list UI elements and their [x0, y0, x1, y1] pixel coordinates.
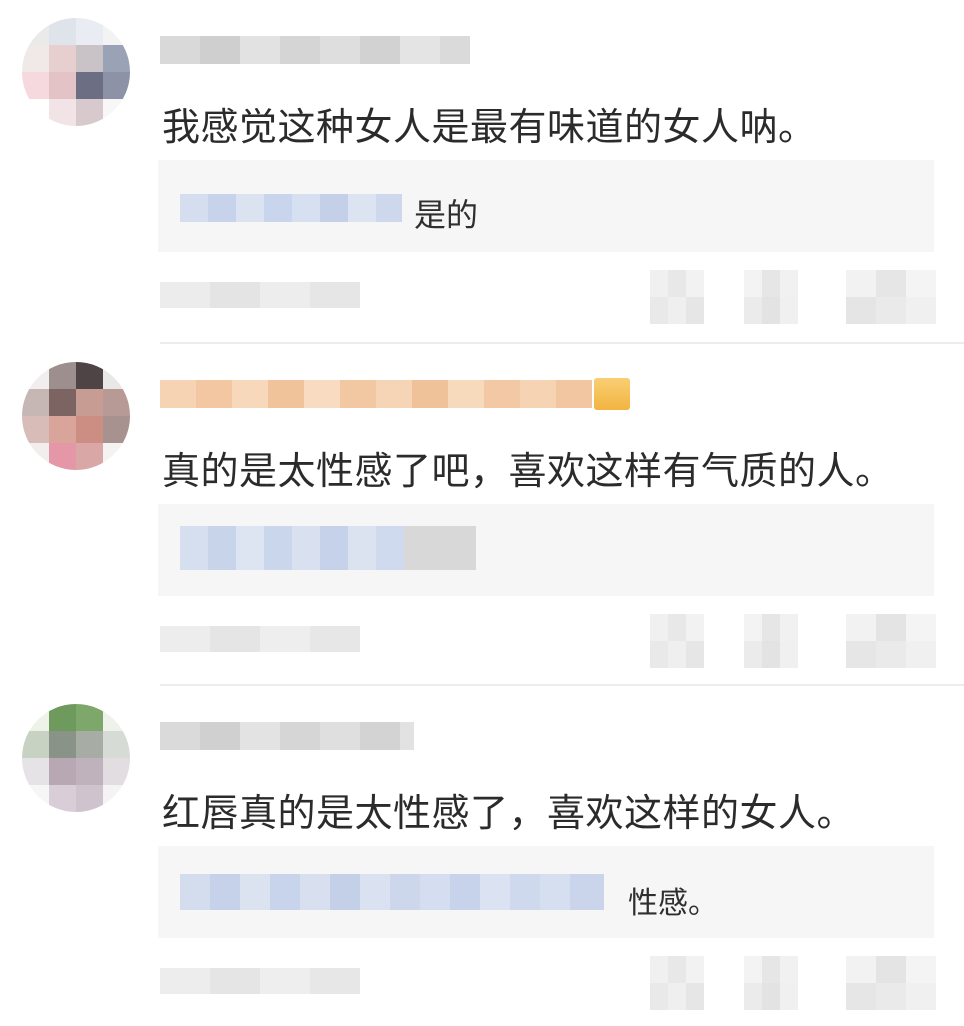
share-icon[interactable]: [650, 614, 704, 668]
avatar[interactable]: [22, 704, 130, 812]
like-icon[interactable]: [846, 956, 936, 1010]
share-icon[interactable]: [650, 956, 704, 1010]
comment-text: 真的是太性感了吧，喜欢这样有气质的人。: [162, 449, 894, 493]
like-icon[interactable]: [846, 614, 936, 668]
reply-text: 是的: [414, 196, 479, 234]
username-blurred[interactable]: [160, 722, 414, 750]
comment-text: 红唇真的是太性感了，喜欢这样的女人。: [162, 791, 856, 835]
comment-item: 我感觉这种女人是最有味道的女人呐。 是的: [0, 0, 964, 340]
timestamp-blurred: [160, 968, 360, 994]
avatar[interactable]: [22, 362, 130, 470]
reply-box[interactable]: [158, 504, 934, 596]
vip-badge-icon: [594, 378, 630, 410]
timestamp-blurred: [160, 282, 360, 308]
reply-username-blurred[interactable]: [180, 526, 476, 570]
comment-icon[interactable]: [744, 270, 798, 324]
timestamp-blurred: [160, 626, 360, 652]
reply-username-blurred[interactable]: [180, 874, 604, 910]
username-blurred[interactable]: [160, 36, 470, 64]
reply-username-blurred[interactable]: [180, 194, 402, 222]
reply-box[interactable]: 是的: [158, 160, 934, 252]
username-blurred[interactable]: [160, 380, 592, 408]
comment-text: 我感觉这种女人是最有味道的女人呐。: [162, 105, 817, 149]
reply-box[interactable]: 性感。: [158, 846, 934, 938]
comment-icon[interactable]: [744, 614, 798, 668]
like-icon[interactable]: [846, 270, 936, 324]
comment-item: 红唇真的是太性感了，喜欢这样的女人。 性感。: [0, 686, 964, 1026]
share-icon[interactable]: [650, 270, 704, 324]
avatar[interactable]: [22, 18, 130, 126]
comment-item: 真的是太性感了吧，喜欢这样有气质的人。: [0, 344, 964, 684]
reply-text: 性感。: [628, 886, 718, 921]
comment-icon[interactable]: [744, 956, 798, 1010]
